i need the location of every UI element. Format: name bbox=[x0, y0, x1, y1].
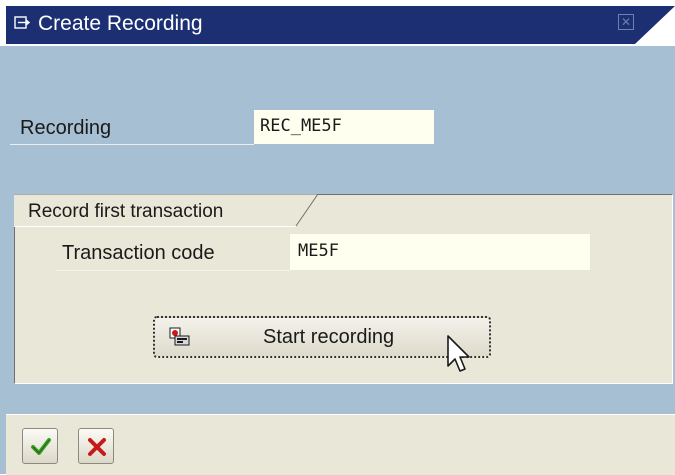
confirm-button[interactable] bbox=[22, 428, 58, 464]
dialog-title: Create Recording bbox=[38, 12, 203, 35]
recording-label: Recording bbox=[20, 117, 112, 139]
title-bar: Create Recording ✕ bbox=[0, 0, 675, 46]
recording-input[interactable]: REC_ME5F bbox=[254, 110, 434, 144]
recording-label-underline bbox=[10, 144, 254, 145]
mouse-pointer-icon bbox=[446, 334, 472, 376]
transaction-code-input[interactable]: ME5F bbox=[290, 234, 590, 270]
dialog-footer bbox=[6, 414, 675, 475]
transaction-code-label-underline bbox=[56, 270, 290, 271]
group-title: Record first transaction bbox=[28, 201, 224, 222]
start-recording-button[interactable]: Start recording bbox=[153, 316, 491, 358]
start-recording-label: Start recording bbox=[263, 326, 395, 348]
cancel-button[interactable] bbox=[78, 428, 114, 464]
transaction-code-label: Transaction code bbox=[62, 242, 215, 264]
create-recording-dialog: Create Recording ✕ Recording REC_ME5F Re… bbox=[0, 0, 675, 475]
new-window-icon bbox=[14, 16, 31, 30]
close-icon[interactable]: ✕ bbox=[618, 14, 634, 30]
record-icon bbox=[169, 327, 191, 347]
group-title-divider bbox=[14, 226, 296, 227]
